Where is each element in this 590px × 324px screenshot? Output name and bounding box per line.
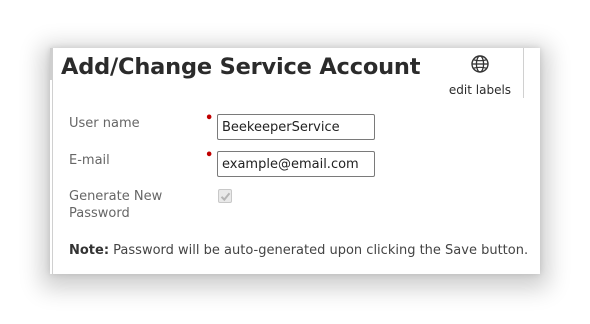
password-note: Note: Password will be auto-generated up… — [69, 243, 528, 258]
generate-password-label: Generate New Password — [69, 189, 163, 221]
edit-labels-button[interactable]: edit labels — [446, 51, 514, 99]
email-input[interactable] — [217, 151, 375, 177]
username-input[interactable] — [217, 114, 375, 140]
username-label: User name — [69, 116, 140, 131]
note-prefix: Note: — [69, 243, 110, 258]
email-required-marker: • — [205, 148, 214, 163]
dialog-header-divider — [523, 48, 524, 98]
dialog-left-border-accent — [50, 48, 53, 80]
dialog-left-border — [52, 48, 53, 274]
checkmark-icon — [220, 192, 231, 202]
email-label: E-mail — [69, 153, 110, 168]
dialog-title: Add/Change Service Account — [61, 54, 421, 80]
username-required-marker: • — [205, 111, 214, 126]
note-text: Password will be auto-generated upon cli… — [109, 243, 529, 258]
edit-labels-text: edit labels — [448, 83, 512, 97]
globe-icon — [471, 55, 489, 73]
generate-password-checkbox[interactable] — [218, 189, 232, 203]
